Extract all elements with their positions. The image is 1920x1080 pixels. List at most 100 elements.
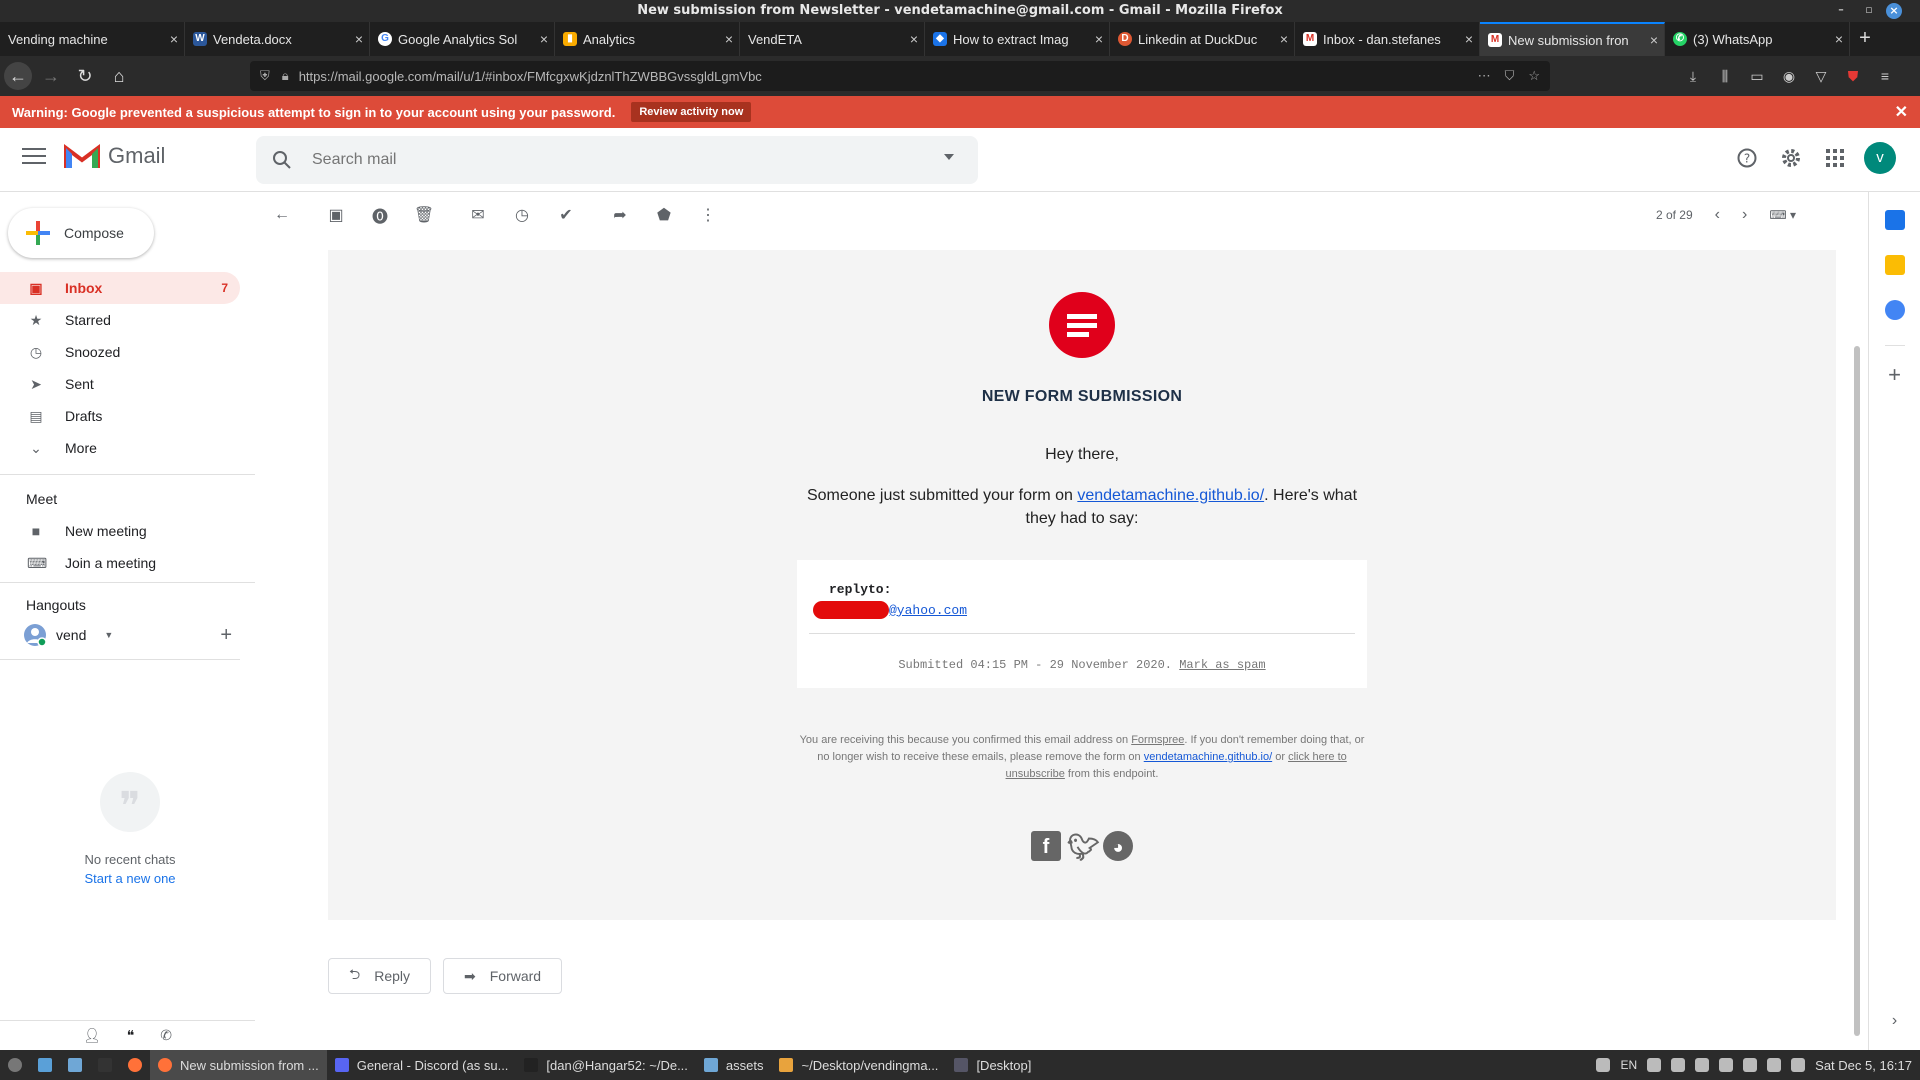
- browser-tab[interactable]: VendETA ×: [740, 22, 925, 56]
- taskbar-item[interactable]: ~/Desktop/vendingma...: [771, 1050, 946, 1080]
- delete-icon[interactable]: 🗑︎: [406, 197, 442, 233]
- keyboard-layout[interactable]: EN: [1620, 1058, 1637, 1072]
- show-desktop-icon[interactable]: [30, 1050, 60, 1080]
- account-icon[interactable]: ◉: [1776, 61, 1802, 91]
- input-tools-icon[interactable]: ⌨ ▾: [1769, 208, 1796, 222]
- status-dropdown-icon[interactable]: ▼: [104, 630, 113, 640]
- expand-panel-icon[interactable]: ›: [1869, 1012, 1920, 1030]
- archive-icon[interactable]: ▣: [318, 197, 354, 233]
- ublock-icon[interactable]: ⛊: [1840, 61, 1866, 91]
- apps-grid-icon[interactable]: [1820, 143, 1850, 173]
- library-icon[interactable]: ⫼: [1712, 61, 1738, 91]
- prev-message-icon[interactable]: ‹: [1715, 206, 1720, 224]
- terminal-icon[interactable]: [90, 1050, 120, 1080]
- taskbar-item[interactable]: General - Discord (as su...: [327, 1050, 517, 1080]
- file-manager-icon[interactable]: [60, 1050, 90, 1080]
- wifi-icon[interactable]: [1767, 1058, 1782, 1072]
- close-tab-icon[interactable]: ×: [1089, 31, 1109, 47]
- notes-icon[interactable]: [1719, 1058, 1734, 1072]
- close-tab-icon[interactable]: ×: [349, 31, 369, 47]
- avatar[interactable]: v: [1864, 142, 1896, 174]
- shield-tray-icon[interactable]: [1743, 1058, 1758, 1072]
- compose-button[interactable]: Compose: [8, 208, 154, 258]
- start-menu-icon[interactable]: [0, 1050, 30, 1080]
- settings-gear-icon[interactable]: [1776, 143, 1806, 173]
- volume-icon[interactable]: [1791, 1058, 1806, 1072]
- page-actions-icon[interactable]: ⋯: [1478, 68, 1491, 84]
- microphone-icon[interactable]: [1695, 1058, 1710, 1072]
- back-icon[interactable]: ←: [4, 62, 32, 90]
- forward-button[interactable]: ➡ Forward: [443, 958, 563, 994]
- browser-tab[interactable]: M Inbox - dan.stefanes ×: [1295, 22, 1480, 56]
- clipboard-icon[interactable]: [1671, 1058, 1686, 1072]
- sidebar-icon[interactable]: ▭: [1744, 61, 1770, 91]
- next-message-icon[interactable]: ›: [1742, 206, 1747, 224]
- scrollbar-thumb[interactable]: [1854, 346, 1860, 1036]
- browser-tab[interactable]: ◆ How to extract Imag ×: [925, 22, 1110, 56]
- hangouts-user[interactable]: vend ▼ +: [0, 621, 240, 649]
- form-site-link[interactable]: vendetamachine.github.io/: [1144, 751, 1272, 763]
- url-bar[interactable]: ⛨ 🔒︎ https://mail.google.com/mail/u/1/#i…: [250, 61, 1550, 91]
- vpn-icon[interactable]: ▽: [1808, 61, 1834, 91]
- sidebar-item-inbox[interactable]: ▣ Inbox 7: [0, 272, 240, 304]
- firefox-launcher-icon[interactable]: [120, 1050, 150, 1080]
- sidebar-item-drafts[interactable]: ▤ Drafts: [0, 400, 240, 432]
- main-menu-icon[interactable]: [22, 148, 46, 166]
- browser-tab[interactable]: D Linkedin at DuckDuc ×: [1110, 22, 1295, 56]
- get-addons-icon[interactable]: +: [1869, 362, 1920, 388]
- review-activity-button[interactable]: Review activity now: [631, 102, 752, 122]
- mark-as-spam-link[interactable]: Mark as spam: [1179, 658, 1265, 672]
- minimize-icon[interactable]: –: [1830, 0, 1852, 22]
- close-tab-icon[interactable]: ×: [1459, 31, 1479, 47]
- calendar-icon[interactable]: [1884, 210, 1905, 230]
- bluetooth-icon[interactable]: [1647, 1058, 1662, 1072]
- scrollbar[interactable]: [1852, 238, 1862, 1038]
- close-tab-icon[interactable]: ×: [534, 31, 554, 47]
- join-meeting-item[interactable]: ⌨ Join a meeting: [0, 547, 240, 579]
- formspree-link[interactable]: Formspree: [1131, 734, 1184, 746]
- tasks-icon[interactable]: [1884, 300, 1905, 320]
- facebook-icon[interactable]: f: [1031, 831, 1061, 861]
- download-icon[interactable]: ⤓: [1680, 61, 1706, 91]
- sidebar-item-snoozed[interactable]: ◷ Snoozed: [0, 336, 240, 368]
- sidebar-item-sent[interactable]: ➤ Sent: [0, 368, 240, 400]
- form-site-link[interactable]: vendetamachine.github.io/: [1077, 487, 1264, 504]
- close-tab-icon[interactable]: ×: [1829, 31, 1849, 47]
- start-new-chat-link[interactable]: Start a new one: [0, 871, 260, 886]
- reply-button[interactable]: ⮌ Reply: [328, 958, 432, 994]
- person-icon[interactable]: 👤︎: [83, 1027, 101, 1044]
- more-options-icon[interactable]: ⋮: [690, 197, 726, 233]
- clock[interactable]: Sat Dec 5, 16:17: [1815, 1058, 1912, 1073]
- close-tab-icon[interactable]: ×: [1274, 31, 1294, 47]
- close-tab-icon[interactable]: ×: [164, 31, 184, 47]
- search-input[interactable]: [312, 151, 892, 169]
- twitter-icon[interactable]: 🐦︎: [1067, 831, 1100, 862]
- taskbar-item[interactable]: [Desktop]: [946, 1050, 1039, 1080]
- help-icon[interactable]: ?: [1732, 143, 1762, 173]
- move-to-icon[interactable]: ➦: [602, 197, 638, 233]
- browser-tab[interactable]: ▮ Analytics ×: [555, 22, 740, 56]
- search-icon[interactable]: [272, 150, 292, 170]
- search-bar[interactable]: [256, 136, 978, 184]
- taskbar-item[interactable]: New submission from ...: [150, 1050, 327, 1080]
- bookmark-star-icon[interactable]: ☆: [1528, 68, 1540, 84]
- maximize-icon[interactable]: ▫: [1858, 0, 1880, 22]
- close-tab-icon[interactable]: ×: [719, 31, 739, 47]
- gmail-logo[interactable]: Gmail: [64, 142, 165, 170]
- browser-tab-active[interactable]: M New submission fron ×: [1480, 22, 1665, 56]
- pocket-icon[interactable]: ⛉: [1505, 68, 1515, 84]
- search-options-icon[interactable]: [944, 154, 954, 160]
- hangouts-icon[interactable]: ❝: [127, 1027, 135, 1044]
- taskbar-item[interactable]: assets: [696, 1050, 772, 1080]
- close-tab-icon[interactable]: ×: [904, 31, 924, 47]
- phone-icon[interactable]: ✆: [160, 1027, 172, 1044]
- reload-icon[interactable]: ↻: [70, 61, 100, 91]
- add-chat-icon[interactable]: +: [220, 624, 232, 647]
- new-tab-button[interactable]: +: [1850, 22, 1880, 56]
- replyto-email-link[interactable]: @yahoo.com: [889, 603, 967, 618]
- taskbar-item[interactable]: [dan@Hangar52: ~/De...: [516, 1050, 695, 1080]
- report-spam-icon[interactable]: ⓿: [362, 197, 398, 233]
- keep-icon[interactable]: [1884, 255, 1905, 275]
- close-icon[interactable]: ✕: [1895, 102, 1908, 122]
- sidebar-item-more[interactable]: ⌄ More: [0, 432, 240, 464]
